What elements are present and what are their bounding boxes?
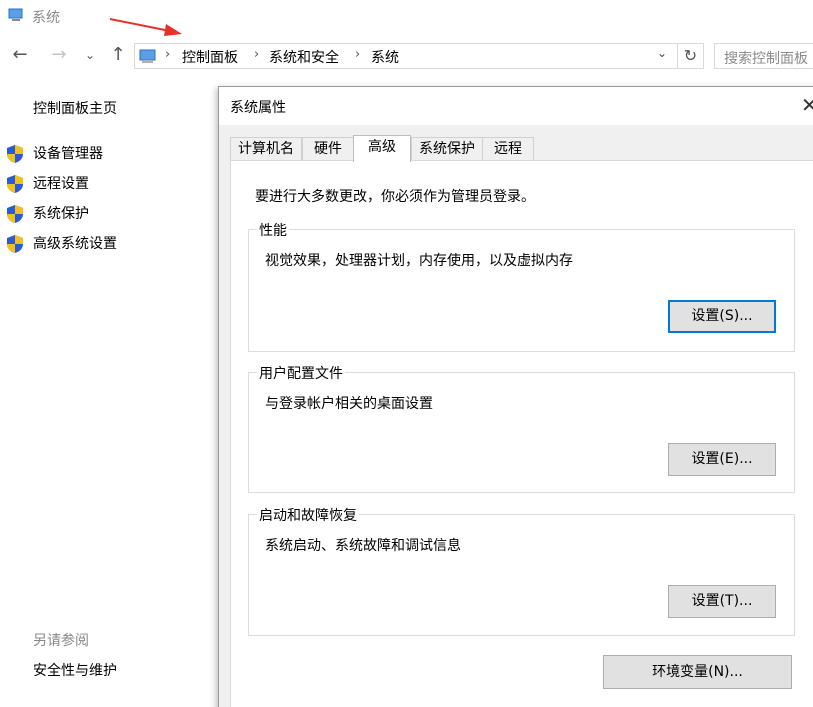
breadcrumb-control-panel[interactable]: 控制面板 <box>182 47 238 67</box>
environment-variables-button[interactable]: 环境变量(N)... <box>603 655 792 689</box>
up-arrow-icon[interactable]: ↑ <box>106 44 130 68</box>
group-description: 系统启动、系统故障和调试信息 <box>265 538 461 554</box>
back-arrow-icon[interactable]: ← <box>8 44 32 68</box>
group-title: 启动和故障恢复 <box>257 505 359 525</box>
sidebar-item-advanced-settings[interactable]: 高级系统设置 <box>6 232 206 254</box>
uac-shield-icon <box>7 175 23 193</box>
address-dropdown-icon[interactable]: ⌄ <box>657 46 667 60</box>
search-placeholder: 搜索控制面板 <box>724 51 808 67</box>
computer-icon <box>8 8 23 21</box>
group-title: 性能 <box>257 220 289 240</box>
breadcrumb-separator-icon: › <box>355 47 361 62</box>
control-panel-icon <box>139 49 156 63</box>
breadcrumb-separator-icon: › <box>165 47 171 62</box>
address-bar[interactable]: › 控制面板 › 系统和安全 › 系统 ⌄ ↻ <box>134 43 704 69</box>
user-profiles-group: 用户配置文件 与登录帐户相关的桌面设置 设置(E)... <box>248 363 795 493</box>
sidebar-item-security-maintenance[interactable]: 安全性与维护 <box>33 660 117 680</box>
uac-shield-icon <box>7 235 23 253</box>
breadcrumb-system-security[interactable]: 系统和安全 <box>269 47 339 67</box>
dialog-title: 系统属性 <box>230 100 286 116</box>
dialog-title-bar: 系统属性 ✕ <box>219 87 813 125</box>
breadcrumb-separator-icon: › <box>254 47 260 62</box>
user-profiles-settings-button[interactable]: 设置(E)... <box>668 443 776 476</box>
sidebar-item-label: 高级系统设置 <box>33 236 117 252</box>
group-description: 视觉效果，处理器计划，内存使用，以及虚拟内存 <box>265 253 573 269</box>
sidebar-item-label: 设备管理器 <box>33 146 103 162</box>
startup-recovery-group: 启动和故障恢复 系统启动、系统故障和调试信息 设置(T)... <box>248 505 795 636</box>
uac-shield-icon <box>7 205 23 223</box>
sidebar-item-device-manager[interactable]: 设备管理器 <box>6 142 206 164</box>
sidebar-item-label: 远程设置 <box>33 176 89 192</box>
tab-hardware[interactable]: 硬件 <box>302 137 354 161</box>
breadcrumb-system[interactable]: 系统 <box>371 47 399 67</box>
system-properties-dialog: 系统属性 ✕ 计算机名 硬件 高级 系统保护 远程 要进行大多数更改，你必须作为… <box>218 86 813 707</box>
refresh-icon[interactable]: ↻ <box>677 44 703 68</box>
tab-remote[interactable]: 远程 <box>482 137 534 161</box>
annotation-arrow-icon <box>109 18 182 36</box>
startup-recovery-settings-button[interactable]: 设置(T)... <box>668 585 776 618</box>
navigation-bar: ← → ⌄ ↑ › 控制面板 › 系统和安全 › 系统 ⌄ ↻ 搜索控制面板 <box>0 40 813 72</box>
search-input[interactable]: 搜索控制面板 <box>714 43 813 69</box>
sidebar-item-system-protection[interactable]: 系统保护 <box>6 202 206 224</box>
see-also-heading: 另请参阅 <box>33 633 89 649</box>
tab-advanced[interactable]: 高级 <box>353 135 411 162</box>
sidebar: 控制面板主页 设备管理器 远程设置 系统保护 高级系统设置 另请参阅 安全性与维… <box>0 90 215 690</box>
sidebar-item-remote-settings[interactable]: 远程设置 <box>6 172 206 194</box>
group-description: 与登录帐户相关的桌面设置 <box>265 396 433 412</box>
performance-settings-button[interactable]: 设置(S)... <box>668 300 776 333</box>
sidebar-item-label: 系统保护 <box>33 206 89 222</box>
performance-group: 性能 视觉效果，处理器计划，内存使用，以及虚拟内存 设置(S)... <box>248 220 795 352</box>
window-title: 系统 <box>32 10 60 26</box>
group-title: 用户配置文件 <box>257 363 345 383</box>
admin-notice: 要进行大多数更改，你必须作为管理员登录。 <box>255 189 535 205</box>
advanced-tab-panel: 要进行大多数更改，你必须作为管理员登录。 性能 视觉效果，处理器计划，内存使用，… <box>230 160 813 707</box>
close-icon[interactable]: ✕ <box>801 93 813 117</box>
chevron-down-icon[interactable]: ⌄ <box>78 44 102 68</box>
tab-computer-name[interactable]: 计算机名 <box>230 137 302 161</box>
tab-system-protection[interactable]: 系统保护 <box>411 137 483 161</box>
uac-shield-icon <box>7 145 23 163</box>
forward-arrow-icon[interactable]: → <box>47 44 71 68</box>
sidebar-home-link[interactable]: 控制面板主页 <box>33 98 117 118</box>
